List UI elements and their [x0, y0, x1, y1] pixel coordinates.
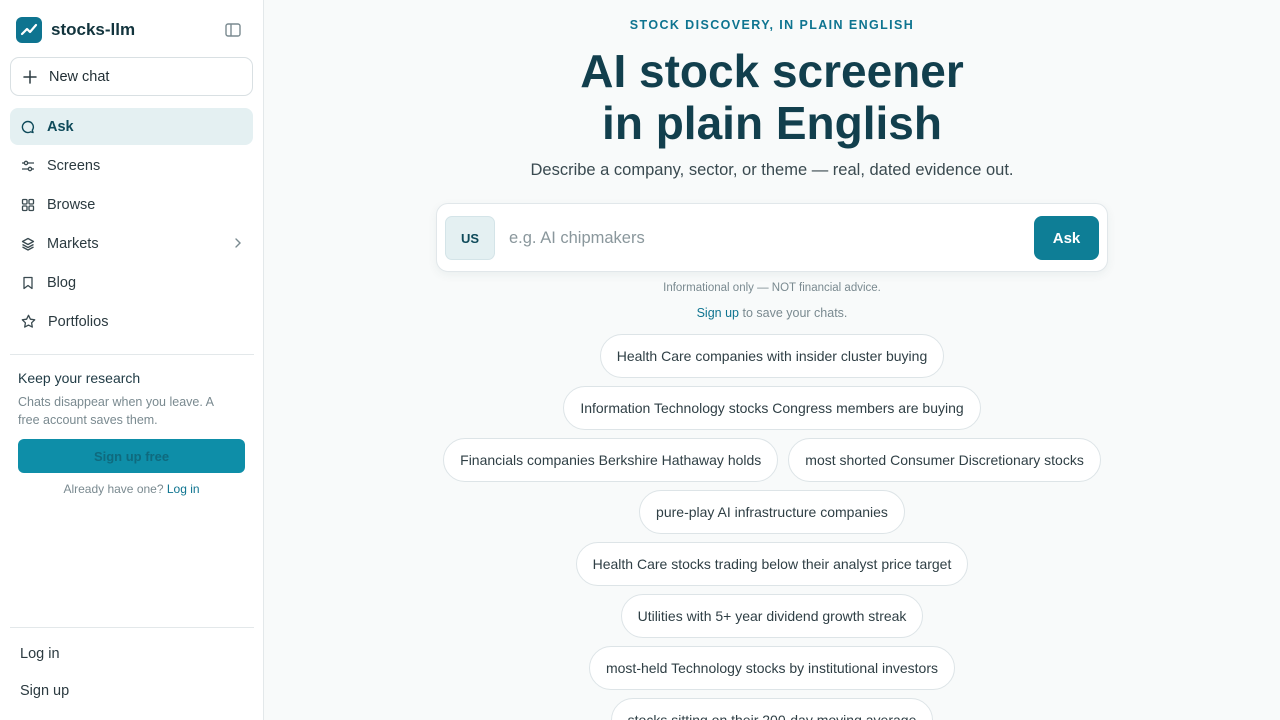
- sign-up-link[interactable]: Sign up: [697, 306, 739, 320]
- sidebar: stocks-llm New chat Ask Screens Browse M…: [0, 0, 264, 720]
- search-box: US Ask: [436, 203, 1108, 272]
- page-title: AI stock screener in plain English: [264, 45, 1280, 149]
- new-chat-label: New chat: [49, 68, 110, 85]
- suggestion-chip[interactable]: Utilities with 5+ year dividend growth s…: [620, 594, 924, 638]
- suggestion-row: stocks sitting on their 200-day moving a…: [610, 698, 934, 720]
- suggestion-chip[interactable]: pure-play AI infrastructure companies: [639, 490, 905, 534]
- sidebar-item-portfolios[interactable]: Portfolios: [10, 303, 253, 340]
- grid-icon: [21, 198, 35, 212]
- sign-up-free-button[interactable]: Sign up free: [18, 439, 245, 473]
- search-input[interactable]: [509, 222, 1029, 254]
- chevron-right-icon: [234, 237, 242, 253]
- suggestion-row: pure-play AI infrastructure companies: [639, 490, 905, 534]
- plus-icon: [23, 69, 37, 84]
- headline-line-1: AI stock screener: [580, 45, 964, 97]
- save-note: Sign up to save your chats.: [264, 306, 1280, 320]
- layers-icon: [21, 237, 35, 251]
- sidebar-item-label: Portfolios: [48, 313, 109, 330]
- suggestion-chip[interactable]: most shorted Consumer Discretionary stoc…: [788, 438, 1101, 482]
- sidebar-item-label: Ask: [47, 118, 74, 135]
- have-account-text: Already have one?: [63, 482, 164, 496]
- divider: [10, 354, 254, 355]
- sidebar-item-markets[interactable]: Markets: [10, 225, 253, 262]
- suggestion-chip[interactable]: Health Care stocks trading below their a…: [575, 542, 969, 586]
- trend-chart-logo-icon: [16, 17, 42, 43]
- suggestion-row: Health Care companies with insider clust…: [599, 334, 945, 378]
- brand-name: stocks-llm: [51, 20, 136, 39]
- suggestion-row: Health Care stocks trading below their a…: [575, 542, 969, 586]
- page-subtitle: Describe a company, sector, or theme — r…: [530, 161, 1014, 179]
- sidebar-item-screens[interactable]: Screens: [10, 147, 253, 184]
- sidebar-item-label: Blog: [47, 274, 77, 291]
- divider: [10, 627, 254, 628]
- star-icon: [21, 314, 36, 329]
- sidebar-item-browse[interactable]: Browse: [10, 186, 253, 223]
- promo-login-link[interactable]: Log in: [167, 482, 200, 496]
- sidebar-item-ask[interactable]: Ask: [10, 108, 253, 145]
- sidebar-item-label: Browse: [47, 196, 96, 213]
- suggestion-row: Information Technology stocks Congress m…: [563, 386, 981, 430]
- brand[interactable]: stocks-llm: [16, 17, 135, 43]
- suggestion-row: Financials companies Berkshire Hathaway …: [443, 438, 1101, 482]
- suggestion-row: Utilities with 5+ year dividend growth s…: [620, 594, 924, 638]
- promo-description: Chats disappear when you leave. A free a…: [18, 395, 214, 427]
- sidebar-item-label: Markets: [47, 235, 99, 252]
- main-content: STOCK DISCOVERY, IN PLAIN ENGLISH AI sto…: [264, 0, 1280, 720]
- suggestion-chip[interactable]: Financials companies Berkshire Hathaway …: [443, 438, 779, 482]
- sidebar-item-label: Screens: [47, 157, 101, 174]
- new-chat-button[interactable]: New chat: [10, 57, 253, 96]
- suggestion-chip[interactable]: most-held Technology stocks by instituti…: [588, 646, 955, 690]
- chat-bubble-icon: [21, 120, 35, 134]
- eyebrow: STOCK DISCOVERY, IN PLAIN ENGLISH: [629, 18, 915, 32]
- disclaimer: Informational only — NOT financial advic…: [663, 282, 881, 294]
- promo-title: Keep your research: [18, 370, 141, 386]
- suggestion-row: most-held Technology stocks by instituti…: [588, 646, 955, 690]
- sliders-icon: [21, 159, 35, 173]
- headline-line-2: in plain English: [602, 97, 942, 149]
- save-note-text: to save your chats.: [739, 306, 848, 320]
- suggestion-chips: Health Care companies with insider clust…: [264, 334, 1280, 720]
- sidebar-toggle-icon[interactable]: [224, 21, 242, 39]
- suggestion-chip[interactable]: Health Care companies with insider clust…: [599, 334, 945, 378]
- ask-button[interactable]: Ask: [1034, 216, 1099, 260]
- footer-signup-link[interactable]: Sign up: [20, 683, 69, 699]
- market-selector[interactable]: US: [445, 216, 495, 260]
- sidebar-item-blog[interactable]: Blog: [10, 264, 253, 301]
- sidebar-nav: Ask Screens Browse Markets Blog Portfoli…: [10, 108, 253, 342]
- suggestion-chip[interactable]: stocks sitting on their 200-day moving a…: [610, 698, 934, 720]
- have-account-note: Already have one? Log in: [18, 482, 245, 496]
- footer-login-link[interactable]: Log in: [20, 646, 60, 662]
- bookmark-icon: [21, 276, 35, 290]
- suggestion-chip[interactable]: Information Technology stocks Congress m…: [563, 386, 981, 430]
